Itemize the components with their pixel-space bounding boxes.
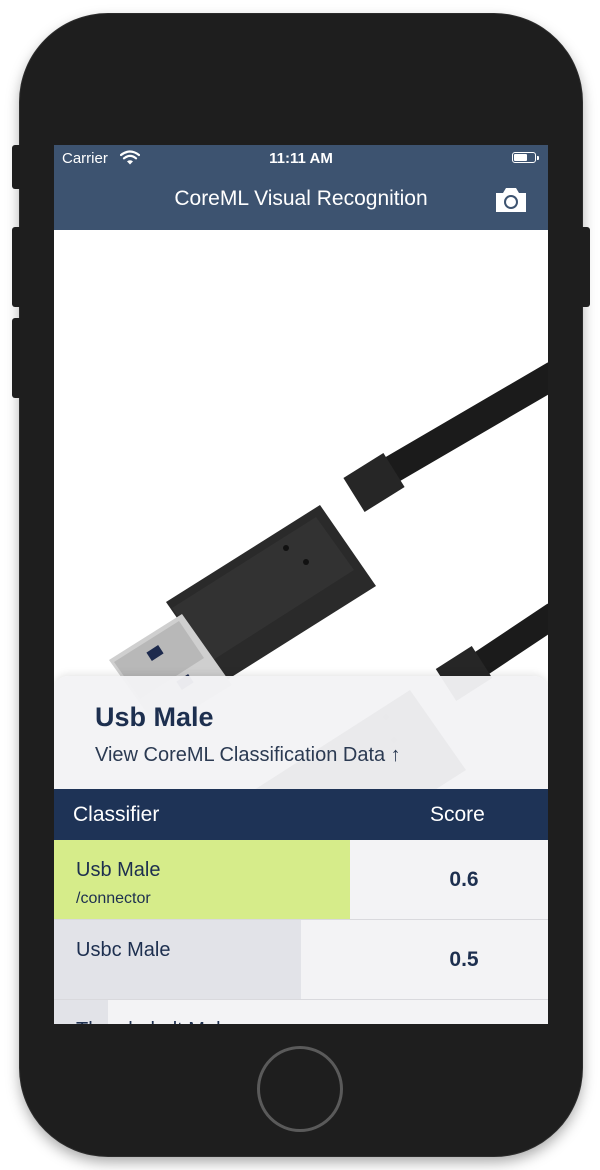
classifier-name: Thunderbolt Male — [76, 1019, 232, 1024]
classifier-name: Usbc Male — [76, 939, 171, 961]
table-row[interactable]: Thunderbolt Male — [54, 1000, 548, 1024]
app-screen: Carrier 11:11 AM CoreML Visual Recogniti… — [54, 145, 548, 1024]
table-header: Classifier Score — [54, 789, 548, 840]
mute-switch — [12, 145, 22, 189]
battery-icon — [512, 152, 539, 163]
camera-icon — [496, 188, 526, 212]
view-classification-data-link[interactable]: View CoreML Classification Data ↑ — [95, 744, 401, 767]
status-time: 11:11 AM — [269, 150, 333, 167]
score-value: 0.6 — [449, 868, 479, 891]
status-bar: Carrier 11:11 AM — [54, 145, 548, 171]
volume-down-button — [12, 318, 22, 398]
top-result-label: Usb Male — [95, 702, 214, 732]
classifier-subtitle: /connector — [76, 890, 151, 907]
home-button[interactable] — [257, 1046, 343, 1132]
classification-sheet: Usb Male View CoreML Classification Data… — [54, 676, 548, 1024]
power-button — [580, 227, 590, 307]
table-rows: Usb Male/connector 0.6 Usbc Male 0.5 Thunder… — [54, 840, 548, 1024]
volume-up-button — [12, 227, 22, 307]
camera-button[interactable] — [494, 185, 528, 215]
classification-table: Classifier Score Usb Male/connector 0.6 Us… — [54, 789, 548, 1024]
classifier-column-header: Classifier — [73, 803, 160, 826]
table-row[interactable]: Usb Male/connector 0.6 — [54, 840, 548, 920]
score-column-header: Score — [430, 803, 485, 826]
classifier-name: Usb Male — [76, 859, 161, 881]
score-value: 0.5 — [449, 948, 479, 971]
table-row[interactable]: Usbc Male 0.5 — [54, 920, 548, 1000]
navigation-bar: Carrier 11:11 AM CoreML Visual Recogniti… — [54, 145, 548, 230]
page-title: CoreML Visual Recognition — [174, 187, 428, 210]
